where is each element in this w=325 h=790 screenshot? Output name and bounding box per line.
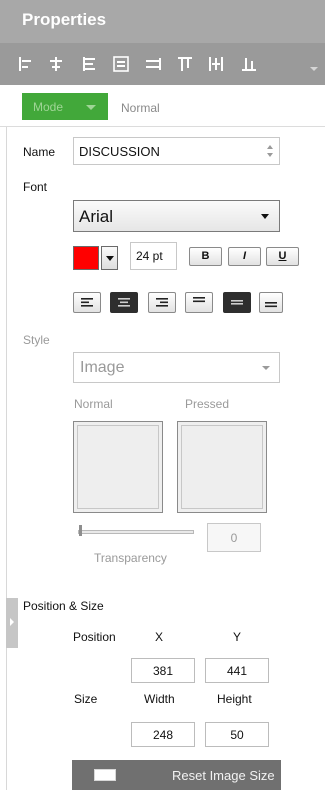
align-right-button[interactable] — [148, 292, 176, 313]
collapse-panel-tab[interactable] — [6, 598, 18, 648]
chevron-down-icon — [86, 105, 96, 110]
pressed-image-preview — [181, 425, 263, 509]
bold-button[interactable]: B — [189, 247, 222, 266]
y-label: Y — [233, 630, 242, 644]
chevron-down-icon — [262, 366, 270, 370]
name-label: Name — [23, 145, 56, 159]
underline-button[interactable]: U — [266, 247, 299, 266]
chevron-right-icon — [10, 618, 14, 626]
align-center-button[interactable] — [110, 292, 138, 313]
normal-image-slot[interactable] — [73, 421, 163, 513]
position-x-field[interactable]: 381 — [131, 658, 195, 683]
size-label: Size — [74, 692, 98, 706]
mode-button[interactable]: Mode — [22, 93, 108, 120]
align-left-icon — [81, 298, 93, 307]
panel-divider — [6, 127, 7, 790]
alignment-toolbar — [0, 43, 325, 85]
chevron-down-icon — [106, 256, 114, 261]
valign-bottom-button[interactable] — [259, 292, 283, 313]
style-label: Style — [23, 333, 50, 347]
position-x-value: 381 — [152, 664, 174, 678]
font-family-value: Arial — [79, 207, 114, 226]
style-select[interactable]: Image — [73, 352, 280, 383]
valign-bottom-icon — [265, 302, 277, 308]
italic-label: I — [242, 250, 247, 262]
align-left-edges-icon[interactable] — [16, 55, 34, 73]
distribute-horizontally-icon[interactable] — [144, 55, 162, 73]
style-value: Image — [80, 359, 125, 376]
properties-header: Properties — [0, 0, 325, 43]
panel-title: Properties — [22, 10, 107, 29]
reset-image-size-label: Reset Image Size — [172, 768, 275, 783]
name-value: DISCUSSION — [79, 144, 160, 159]
align-right-icon — [156, 298, 168, 307]
transparency-value: 0 — [230, 531, 238, 545]
font-label: Font — [23, 180, 48, 194]
transparency-slider-thumb[interactable] — [79, 525, 82, 536]
align-bottom-edges-icon[interactable] — [240, 55, 258, 73]
width-field[interactable]: 248 — [131, 722, 195, 747]
underline-label: U — [278, 250, 287, 262]
align-center-icon — [118, 298, 130, 307]
position-y-value: 441 — [226, 664, 248, 678]
pressed-image-label: Pressed — [185, 397, 230, 411]
position-y-field[interactable]: 441 — [205, 658, 269, 683]
chevron-down-icon[interactable] — [309, 63, 319, 73]
position-size-section-label: Position & Size — [23, 599, 104, 613]
font-color-swatch[interactable] — [73, 246, 99, 270]
mode-value: Normal — [121, 101, 160, 115]
mode-row: Mode Normal — [0, 85, 325, 127]
normal-image-label: Normal — [74, 397, 113, 411]
height-label: Height — [217, 692, 252, 706]
align-top-edges-icon[interactable] — [176, 55, 194, 73]
pressed-image-slot[interactable] — [177, 421, 267, 513]
align-middle-icon[interactable] — [112, 55, 130, 73]
italic-button[interactable]: I — [228, 247, 261, 266]
bold-label: B — [201, 250, 210, 262]
valign-top-button[interactable] — [185, 292, 213, 313]
align-right-edges-icon[interactable] — [80, 55, 98, 73]
position-label: Position — [73, 630, 116, 644]
stepper-icon[interactable] — [266, 143, 274, 159]
font-size-value: 24 pt — [136, 249, 163, 263]
valign-middle-button[interactable] — [223, 292, 251, 313]
normal-image-preview — [77, 425, 159, 509]
reset-image-size-button[interactable]: Reset Image Size — [72, 760, 281, 790]
align-horizontal-centers-icon[interactable] — [47, 55, 65, 73]
name-field[interactable]: DISCUSSION — [73, 137, 280, 165]
align-left-button[interactable] — [73, 292, 101, 313]
transparency-field[interactable]: 0 — [207, 523, 261, 552]
font-size-field[interactable]: 24 pt — [130, 242, 177, 270]
chevron-down-icon — [261, 214, 269, 219]
distribute-vertically-icon[interactable] — [207, 55, 225, 73]
height-value: 50 — [230, 728, 244, 742]
image-size-icon — [94, 769, 116, 781]
font-family-select[interactable]: Arial — [73, 200, 280, 232]
mode-button-label: Mode — [33, 100, 64, 114]
x-label: X — [155, 630, 164, 644]
transparency-label: Transparency — [94, 551, 167, 565]
font-color-dropdown[interactable] — [101, 246, 118, 270]
width-label: Width — [144, 692, 175, 706]
valign-middle-icon — [231, 300, 243, 305]
width-value: 248 — [152, 728, 174, 742]
height-field[interactable]: 50 — [205, 722, 269, 747]
transparency-slider[interactable] — [78, 530, 194, 534]
valign-top-icon — [193, 297, 205, 303]
